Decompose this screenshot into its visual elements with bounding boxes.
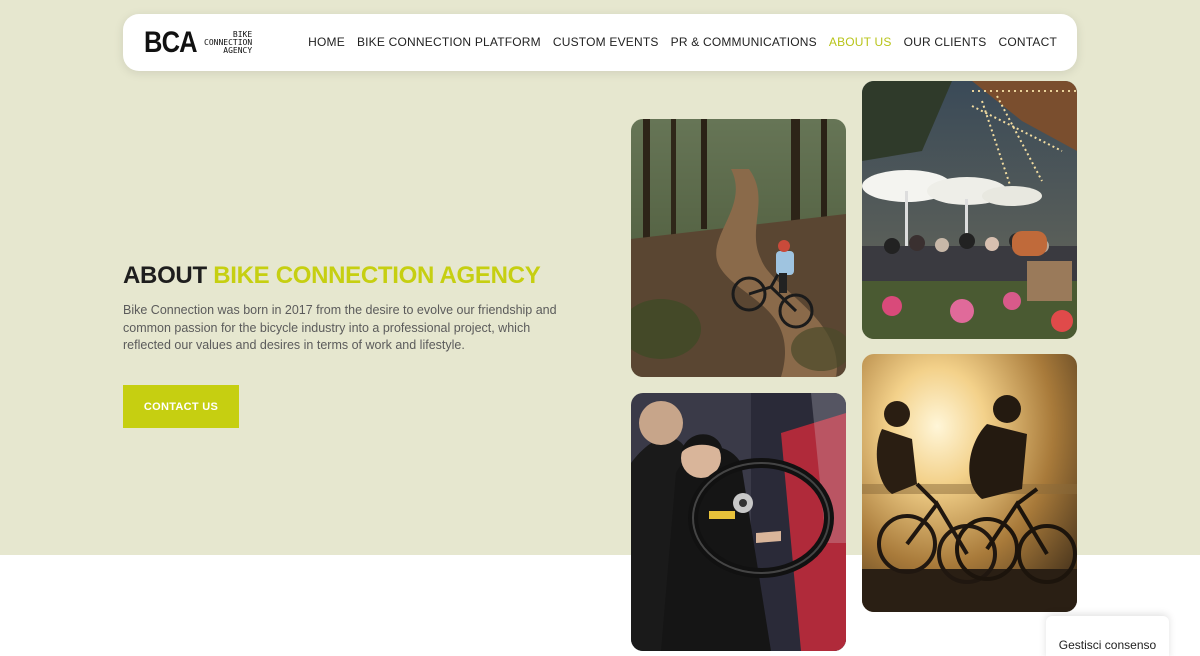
nav-our-clients[interactable]: OUR CLIENTS [904, 35, 987, 49]
photo-mountain-biker-trail [631, 119, 846, 377]
nav-pr-communications[interactable]: PR & COMMUNICATIONS [671, 35, 817, 49]
nav-home[interactable]: HOME [308, 35, 345, 49]
contact-us-button[interactable]: CONTACT US [123, 385, 239, 428]
photo-terrace-dinner [862, 81, 1077, 339]
nav-contact[interactable]: CONTACT [998, 35, 1057, 49]
nav-bike-connection-platform[interactable]: BIKE CONNECTION PLATFORM [357, 35, 541, 49]
page-title-accent: BIKE CONNECTION AGENCY [213, 262, 541, 289]
manage-consent-button[interactable]: Gestisci consenso [1046, 616, 1169, 656]
navbar: BCA BIKE CONNECTION AGENCY HOME BIKE CON… [123, 14, 1077, 71]
nav-about-us[interactable]: ABOUT US [829, 35, 892, 49]
photo-wheel-event [631, 393, 846, 651]
nav-custom-events[interactable]: CUSTOM EVENTS [553, 35, 659, 49]
main-nav: HOME BIKE CONNECTION PLATFORM CUSTOM EVE… [308, 35, 1057, 49]
intro-paragraph: Bike Connection was born in 2017 from th… [123, 303, 557, 352]
page-title-prefix: ABOUT [123, 262, 214, 289]
brand-logo[interactable]: BCA BIKE CONNECTION AGENCY [144, 28, 252, 58]
logo-mark: BCA [144, 26, 198, 59]
photo-cyclists-sunset [862, 354, 1077, 612]
logo-wordmark: BIKE CONNECTION AGENCY [204, 30, 253, 55]
page-title: ABOUT BIKE CONNECTION AGENCY [123, 262, 541, 290]
